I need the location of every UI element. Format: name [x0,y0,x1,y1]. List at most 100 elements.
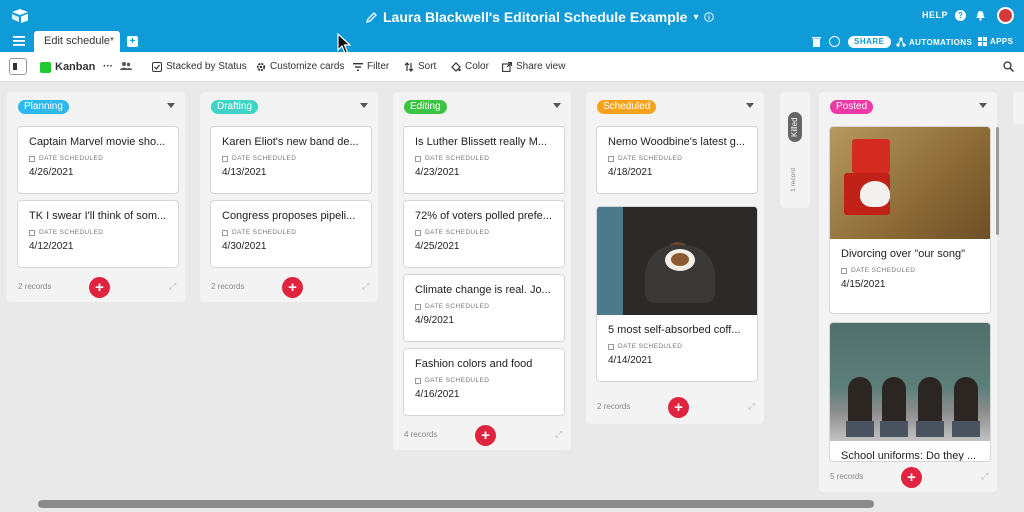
automations-icon [896,37,906,47]
column-scrollbar[interactable] [996,127,999,235]
card-date: 4/30/2021 [222,241,267,252]
apps-button[interactable]: APPS [978,37,1013,46]
card-date: 4/16/2021 [415,389,460,400]
calendar-icon [415,229,421,236]
field-label: DATE SCHEDULED [597,336,757,350]
status-badge: Editing [404,100,447,114]
user-avatar[interactable] [997,7,1014,24]
expand-icon[interactable]: ⤢ [555,430,563,439]
sidebar-toggle-icon[interactable] [9,58,27,75]
people-icon[interactable] [120,61,132,71]
add-record-button[interactable]: + [901,467,922,488]
automations-button[interactable]: AUTOMATIONS [896,37,972,47]
card-cover-image [830,127,990,239]
chevron-down-icon[interactable]: ▼ [109,37,115,43]
field-label: DATE SCHEDULED [211,148,371,162]
column-header: Posted [819,92,997,122]
record-card[interactable]: Is Luther Blissett really M... DATE SCHE… [403,126,565,194]
apps-icon [978,37,987,46]
status-badge: Killed [788,112,802,142]
card-title: School uniforms: Do they ... [841,450,977,462]
calendar-icon [222,155,228,162]
view-switcher[interactable]: Kanban [40,61,95,73]
airtable-logo-icon[interactable] [12,9,28,23]
card-date: 4/26/2021 [29,167,74,178]
chevron-down-icon[interactable] [553,103,561,108]
add-record-button[interactable]: + [89,277,110,298]
bell-icon[interactable] [975,10,986,21]
expand-icon[interactable]: ⤢ [748,402,756,411]
help-link[interactable]: HELP [922,10,948,20]
kanban-column-killed[interactable]: Killed 1 record [780,92,810,208]
card-title: Divorcing over "our song" [841,248,965,260]
expand-icon[interactable]: ⤢ [169,282,177,291]
expand-icon[interactable]: ⤢ [981,472,989,481]
info-icon[interactable] [704,12,715,22]
record-card[interactable]: Captain Marvel movie sho... DATE SCHEDUL… [17,126,179,194]
column-footer: 2 records + ⤢ [586,396,764,420]
record-card[interactable]: Divorcing over "our song" DATE SCHEDULED… [829,126,991,314]
field-label: DATE SCHEDULED [404,148,564,162]
record-card[interactable]: 72% of voters polled prefe... DATE SCHED… [403,200,565,268]
record-card[interactable]: 5 most self-absorbed coff... DATE SCHEDU… [596,206,758,382]
chevron-down-icon[interactable] [979,103,987,108]
color-button[interactable]: Color [451,61,489,72]
column-footer: 4 records + ⤢ [393,424,571,448]
card-date: 4/12/2021 [29,241,74,252]
record-card[interactable]: Karen Eliot's new band de... DATE SCHEDU… [210,126,372,194]
customize-cards-label: Customize cards [270,61,345,72]
record-card[interactable]: School uniforms: Do they ... [829,322,991,462]
chevron-down-icon[interactable] [167,103,175,108]
apps-label: APPS [990,37,1014,46]
filter-button[interactable]: Filter [353,61,389,72]
tab-label: Edit schedule [44,35,111,47]
record-card[interactable]: Congress proposes pipeli... DATE SCHEDUL… [210,200,372,268]
column-footer: 5 records + ⤢ [819,466,997,490]
share-view-button[interactable]: Share view [502,61,565,72]
share-button[interactable]: SHARE [848,36,891,48]
record-count: 1 record [790,168,797,192]
record-card[interactable]: Climate change is real. Jo... DATE SCHED… [403,274,565,342]
add-record-button[interactable]: + [475,425,496,446]
calendar-icon [222,229,228,236]
chevron-down-icon[interactable] [746,103,754,108]
sort-button[interactable]: Sort [404,61,436,72]
record-count: 4 records [404,430,438,439]
column-header: Planning [7,92,185,122]
share-view-label: Share view [516,61,566,72]
trash-icon[interactable] [812,36,821,47]
more-icon[interactable]: ··· [103,61,113,72]
add-record-button[interactable]: + [282,277,303,298]
card-date: 4/25/2021 [415,241,460,252]
calendar-icon [608,343,614,350]
view-name: Kanban [55,61,96,73]
title-dropdown-icon[interactable]: ▾ [693,12,698,23]
menu-icon[interactable] [13,36,25,46]
record-card[interactable]: TK I swear I'll think of som... DATE SCH… [17,200,179,268]
horizontal-scrollbar[interactable] [38,500,874,508]
question-icon[interactable]: ? [955,10,966,21]
add-table-button[interactable]: + [127,36,138,47]
filter-icon [353,62,363,71]
field-label: DATE SCHEDULED [18,222,178,236]
tab-edit-schedule[interactable]: Edit schedule ▼ [34,31,120,52]
record-card[interactable]: Fashion colors and food DATE SCHEDULED 4… [403,348,565,416]
expand-icon[interactable]: ⤢ [362,282,370,291]
add-record-button[interactable]: + [668,397,689,418]
kanban-icon [40,61,51,73]
search-icon[interactable] [1003,61,1014,72]
history-icon[interactable] [829,36,840,47]
card-title: 72% of voters polled prefe... [415,210,552,222]
customize-cards-button[interactable]: Customize cards [256,61,344,72]
field-label: DATE SCHEDULED [597,148,757,162]
base-title-area[interactable]: Laura Blackwell's Editorial Schedule Exa… [366,8,715,26]
chevron-down-icon[interactable] [360,103,368,108]
view-toolbar: Kanban ··· Stacked by Status Customize c… [0,52,1024,82]
kanban-column-next [1013,92,1024,124]
stacked-by-button[interactable]: Stacked by Status [152,61,247,72]
pencil-icon [366,11,377,23]
record-card[interactable]: Nemo Woodbine's latest g... DATE SCHEDUL… [596,126,758,194]
card-title: Captain Marvel movie sho... [29,136,166,148]
calendar-icon [415,377,421,384]
mouse-cursor-icon [337,33,351,54]
